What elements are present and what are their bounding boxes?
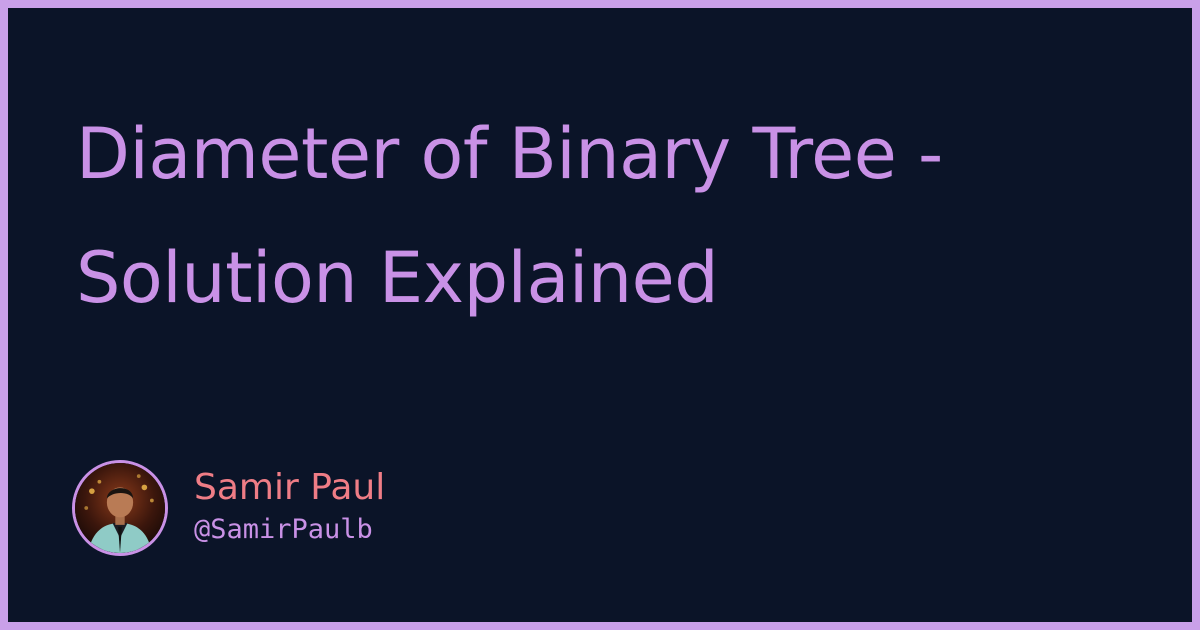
avatar (72, 460, 168, 556)
author-block: Samir Paul @SamirPaulb (72, 458, 385, 558)
author-name: Samir Paul (194, 467, 386, 508)
page-title: Diameter of Binary Tree - Solution Expla… (76, 113, 943, 319)
og-card: Diameter of Binary Tree - Solution Expla… (8, 8, 1192, 622)
avatar-photo-icon (75, 463, 165, 553)
author-handle: @SamirPaulb (194, 514, 373, 545)
author-text: Samir Paul @SamirPaulb (194, 466, 385, 550)
